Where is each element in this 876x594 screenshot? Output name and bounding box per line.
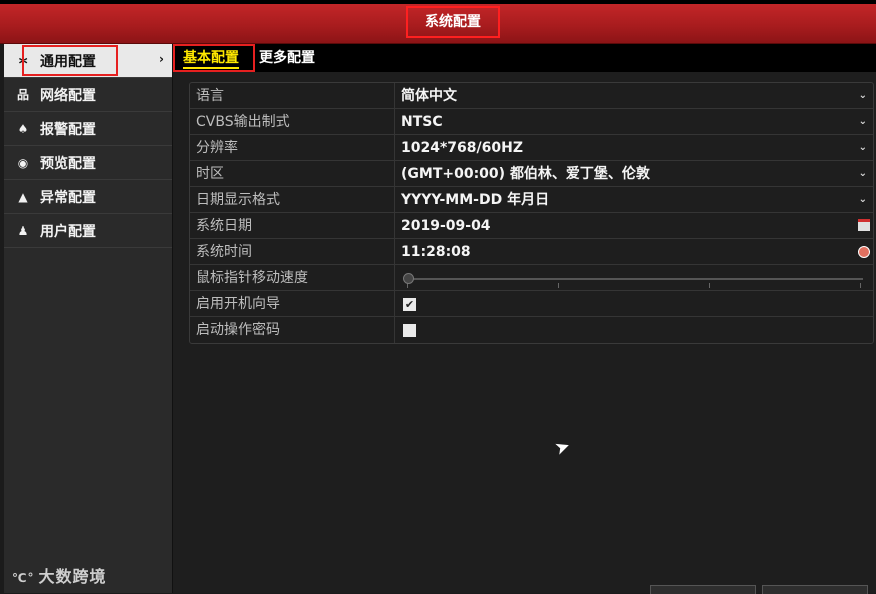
system-date-value: 2019-09-04 <box>401 218 491 234</box>
form-row-resolution: 分辨率 1024*768/60HZ ⌄ <box>190 135 873 161</box>
timezone-value: (GMT+00:00) 都伯林、爱丁堡、伦敦 <box>401 166 650 182</box>
tab-label: 更多配置 <box>259 50 315 66</box>
sidebar: ✲ 通用配置 › 品 网络配置 ♠ 报警配置 ◉ 预览配置 ▲ 异常配置 ♟ 用… <box>4 44 173 593</box>
date-format-label: 日期显示格式 <box>190 187 395 212</box>
chevron-right-icon: › <box>159 52 164 66</box>
sidebar-item-preview[interactable]: ◉ 预览配置 <box>4 146 172 180</box>
slider-track[interactable] <box>407 278 863 280</box>
sidebar-item-label: 通用配置 <box>40 53 96 70</box>
mouse-speed-label: 鼠标指针移动速度 <box>190 265 395 290</box>
general-config-icon: ✲ <box>17 53 29 68</box>
chevron-down-icon: ⌄ <box>858 194 867 205</box>
top-strip <box>0 0 876 4</box>
slider-tick <box>558 283 559 288</box>
clock-icon[interactable] <box>858 246 870 258</box>
sidebar-item-general[interactable]: ✲ 通用配置 › <box>4 44 172 78</box>
sidebar-item-network[interactable]: 品 网络配置 <box>4 78 172 112</box>
watermark: ℃° 大数跨境 <box>12 563 107 587</box>
system-date-field[interactable]: 2019-09-04 <box>395 213 873 238</box>
language-select[interactable]: 简体中文 ⌄ <box>395 83 873 108</box>
form-row-timezone: 时区 (GMT+00:00) 都伯林、爱丁堡、伦敦 ⌄ <box>190 161 873 187</box>
chevron-down-icon: ⌄ <box>858 142 867 153</box>
resolution-label: 分辨率 <box>190 135 395 160</box>
tab-bar: 基本配置 更多配置 <box>173 44 876 72</box>
form-row-date-format: 日期显示格式 YYYY-MM-DD 年月日 ⌄ <box>190 187 873 213</box>
startup-wizard-checkbox[interactable]: ✔ <box>403 298 416 311</box>
sidebar-item-label: 预览配置 <box>40 155 96 172</box>
system-time-value: 11:28:08 <box>401 244 471 260</box>
operation-password-cell <box>395 317 873 343</box>
operation-password-label: 启动操作密码 <box>190 317 395 343</box>
language-value: 简体中文 <box>401 88 457 104</box>
startup-wizard-label: 启用开机向导 <box>190 291 395 316</box>
system-date-label: 系统日期 <box>190 213 395 238</box>
highlight-box <box>173 44 255 72</box>
sidebar-item-label: 异常配置 <box>40 189 96 206</box>
tab-more-config[interactable]: 更多配置 <box>249 44 325 72</box>
mouse-speed-slider[interactable] <box>395 265 873 290</box>
resolution-select[interactable]: 1024*768/60HZ ⌄ <box>395 135 873 160</box>
form-row-operation-password: 启动操作密码 <box>190 317 873 343</box>
tab-basic-config[interactable]: 基本配置 <box>173 44 255 72</box>
system-time-label: 系统时间 <box>190 239 395 264</box>
form-row-mouse-speed: 鼠标指针移动速度 <box>190 265 873 291</box>
watermark-text: 大数跨境 <box>38 567 107 586</box>
sidebar-item-label: 报警配置 <box>40 121 96 138</box>
form-row-startup-wizard: 启用开机向导 ✔ <box>190 291 873 317</box>
date-format-select[interactable]: YYYY-MM-DD 年月日 ⌄ <box>395 187 873 212</box>
form-row-language: 语言 简体中文 ⌄ <box>190 83 873 109</box>
system-time-field[interactable]: 11:28:08 <box>395 239 873 264</box>
date-format-value: YYYY-MM-DD 年月日 <box>401 192 550 208</box>
operation-password-checkbox[interactable] <box>403 324 416 337</box>
cvbs-label: CVBS输出制式 <box>190 109 395 134</box>
sidebar-item-label: 用户配置 <box>40 223 96 240</box>
timezone-label: 时区 <box>190 161 395 186</box>
alarm-icon: ♠ <box>17 121 29 136</box>
form-row-cvbs: CVBS输出制式 NTSC ⌄ <box>190 109 873 135</box>
sidebar-item-exception[interactable]: ▲ 异常配置 <box>4 180 172 214</box>
cvbs-value: NTSC <box>401 114 443 130</box>
timezone-select[interactable]: (GMT+00:00) 都伯林、爱丁堡、伦敦 ⌄ <box>395 161 873 186</box>
form-row-system-time: 系统时间 11:28:08 <box>190 239 873 265</box>
resolution-value: 1024*768/60HZ <box>401 140 523 156</box>
warning-icon: ▲ <box>18 189 28 204</box>
chevron-down-icon: ⌄ <box>858 168 867 179</box>
sidebar-item-user[interactable]: ♟ 用户配置 <box>4 214 172 248</box>
logo-icon: ℃° <box>12 571 35 585</box>
calendar-icon[interactable] <box>858 219 870 231</box>
chevron-down-icon: ⌄ <box>858 90 867 101</box>
sidebar-item-label: 网络配置 <box>40 87 96 104</box>
language-label: 语言 <box>190 83 395 108</box>
slider-handle[interactable] <box>403 273 414 284</box>
cvbs-select[interactable]: NTSC ⌄ <box>395 109 873 134</box>
sidebar-item-alarm[interactable]: ♠ 报警配置 <box>4 112 172 146</box>
users-icon: ♟ <box>17 223 29 238</box>
network-icon: 品 <box>16 88 29 102</box>
chevron-down-icon: ⌄ <box>858 116 867 127</box>
content-panel: 语言 简体中文 ⌄ CVBS输出制式 NTSC ⌄ 分辨率 1024*768/6… <box>173 72 876 593</box>
title-bar: 系统配置 <box>0 0 876 44</box>
startup-wizard-cell: ✔ <box>395 291 873 316</box>
slider-tick <box>860 283 861 288</box>
settings-form: 语言 简体中文 ⌄ CVBS输出制式 NTSC ⌄ 分辨率 1024*768/6… <box>189 82 874 344</box>
form-row-system-date: 系统日期 2019-09-04 <box>190 213 873 239</box>
slider-tick <box>709 283 710 288</box>
eye-icon: ◉ <box>17 155 29 170</box>
window-title: 系统配置 <box>406 6 500 38</box>
